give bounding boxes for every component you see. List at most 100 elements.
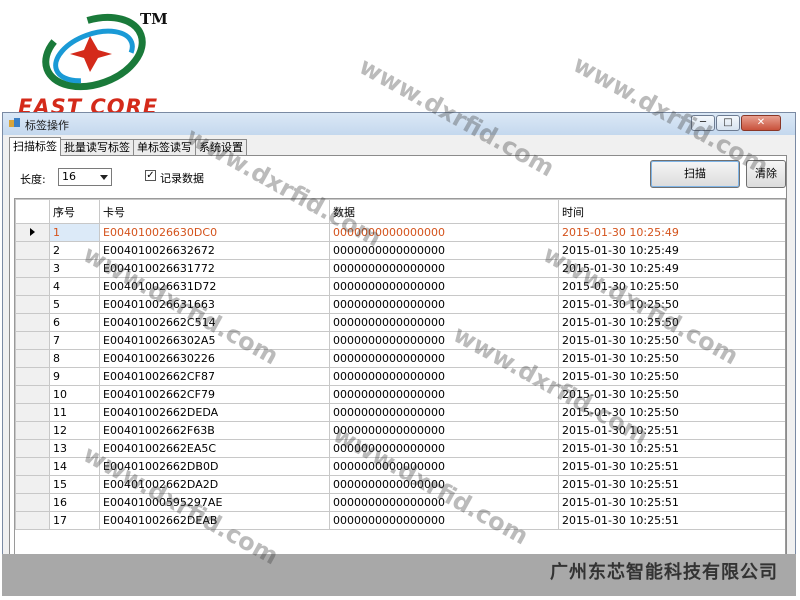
row-header[interactable]	[15, 241, 50, 260]
cell-time[interactable]: 2015-01-30 10:25:50	[558, 385, 785, 404]
cell-card-no[interactable]: E00401002662DEAB	[99, 511, 330, 530]
cell-data[interactable]: 0000000000000000	[329, 223, 559, 242]
cell-index[interactable]: 17	[49, 511, 100, 530]
cell-data[interactable]: 0000000000000000	[329, 367, 559, 386]
column-header-time[interactable]: 时间	[558, 199, 785, 224]
cell-time[interactable]: 2015-01-30 10:25:51	[558, 421, 785, 440]
cell-index[interactable]: 14	[49, 457, 100, 476]
table-row[interactable]: 7 E0040100266302A5 0000000000000000 2015-01…	[15, 331, 785, 350]
tab-scan-tags[interactable]: 扫描标签	[9, 137, 61, 156]
row-header[interactable]	[15, 439, 50, 458]
cell-time[interactable]: 2015-01-30 10:25:50	[558, 349, 785, 368]
table-row[interactable]: 6 E00401002662C514 0000000000000000 2015-01…	[15, 313, 785, 332]
cell-time[interactable]: 2015-01-30 10:25:50	[558, 295, 785, 314]
row-header[interactable]	[15, 457, 50, 476]
row-header[interactable]	[15, 493, 50, 512]
table-row[interactable]: 15 E00401002662DA2D 0000000000000000 2015-0…	[15, 475, 785, 494]
column-header-card-no[interactable]: 卡号	[99, 199, 330, 224]
cell-index[interactable]: 7	[49, 331, 100, 350]
tab-single-read-write[interactable]: 单标签读写	[133, 139, 196, 156]
cell-data[interactable]: 0000000000000000	[329, 295, 559, 314]
record-data-checkbox[interactable]: ✓	[145, 170, 156, 181]
row-header[interactable]	[15, 475, 50, 494]
cell-data[interactable]: 0000000000000000	[329, 439, 559, 458]
cell-index[interactable]: 12	[49, 421, 100, 440]
row-header[interactable]	[15, 259, 50, 278]
cell-card-no[interactable]: E00401002662C514	[99, 313, 330, 332]
cell-index[interactable]: 13	[49, 439, 100, 458]
table-row[interactable]: 5 E004010026631663 0000000000000000 2015-01…	[15, 295, 785, 314]
tab-system-settings[interactable]: 系统设置	[195, 139, 247, 156]
cell-time[interactable]: 2015-01-30 10:25:51	[558, 493, 785, 512]
cell-time[interactable]: 2015-01-30 10:25:50	[558, 403, 785, 422]
cell-card-no[interactable]: E00401002662DEDA	[99, 403, 330, 422]
row-header[interactable]	[15, 277, 50, 296]
cell-card-no[interactable]: E0040100266302A5	[99, 331, 330, 350]
cell-data[interactable]: 0000000000000000	[329, 511, 559, 530]
table-row[interactable]: 10 E00401002662CF79 0000000000000000 2015-0…	[15, 385, 785, 404]
cell-time[interactable]: 2015-01-30 10:25:50	[558, 313, 785, 332]
cell-index[interactable]: 10	[49, 385, 100, 404]
cell-time[interactable]: 2015-01-30 10:25:51	[558, 439, 785, 458]
table-row[interactable]: 9 E00401002662CF87 0000000000000000 2015-01…	[15, 367, 785, 386]
cell-data[interactable]: 0000000000000000	[329, 313, 559, 332]
length-select[interactable]: 16	[58, 168, 112, 186]
cell-card-no[interactable]: E004010026630DC0	[99, 223, 330, 242]
maximize-button[interactable]: □	[716, 115, 740, 131]
cell-index[interactable]: 2	[49, 241, 100, 260]
cell-time[interactable]: 2015-01-30 10:25:51	[558, 475, 785, 494]
table-row[interactable]: 3 E004010026631772 0000000000000000 2015-01…	[15, 259, 785, 278]
cell-time[interactable]: 2015-01-30 10:25:51	[558, 511, 785, 530]
table-row[interactable]: 4 E004010026631D72 0000000000000000 2015-01…	[15, 277, 785, 296]
cell-card-no[interactable]: E00401002662CF87	[99, 367, 330, 386]
cell-card-no[interactable]: E004010026631772	[99, 259, 330, 278]
scan-button[interactable]: 扫描	[650, 160, 740, 188]
title-bar[interactable]: 标签操作 ─ □ ✕	[3, 113, 795, 135]
cell-data[interactable]: 0000000000000000	[329, 331, 559, 350]
cell-data[interactable]: 0000000000000000	[329, 241, 559, 260]
cell-card-no[interactable]: E004010026631663	[99, 295, 330, 314]
cell-index[interactable]: 11	[49, 403, 100, 422]
cell-card-no[interactable]: E004010026630226	[99, 349, 330, 368]
cell-card-no[interactable]: E00401000595297AE	[99, 493, 330, 512]
row-header[interactable]	[15, 511, 50, 530]
cell-data[interactable]: 0000000000000000	[329, 475, 559, 494]
cell-index[interactable]: 6	[49, 313, 100, 332]
close-button[interactable]: ✕	[741, 115, 781, 131]
column-header-data[interactable]: 数据	[329, 199, 559, 224]
cell-card-no[interactable]: E004010026631D72	[99, 277, 330, 296]
cell-card-no[interactable]: E00401002662DA2D	[99, 475, 330, 494]
cell-data[interactable]: 0000000000000000	[329, 349, 559, 368]
cell-time[interactable]: 2015-01-30 10:25:50	[558, 277, 785, 296]
row-header[interactable]	[15, 385, 50, 404]
cell-index[interactable]: 5	[49, 295, 100, 314]
minimize-button[interactable]: ─	[691, 115, 715, 131]
cell-card-no[interactable]: E004010026632672	[99, 241, 330, 260]
cell-card-no[interactable]: E00401002662EA5C	[99, 439, 330, 458]
column-header-index[interactable]: 序号	[49, 199, 100, 224]
table-row[interactable]: 12 E00401002662F63B 0000000000000000 2015-0…	[15, 421, 785, 440]
cell-data[interactable]: 0000000000000000	[329, 277, 559, 296]
cell-index[interactable]: 1	[49, 223, 100, 242]
cell-time[interactable]: 2015-01-30 10:25:49	[558, 223, 785, 242]
cell-index[interactable]: 16	[49, 493, 100, 512]
table-row[interactable]: 2 E004010026632672 0000000000000000 2015-01…	[15, 241, 785, 260]
tab-batch-read-write[interactable]: 批量读写标签	[60, 139, 134, 156]
cell-time[interactable]: 2015-01-30 10:25:49	[558, 241, 785, 260]
cell-index[interactable]: 8	[49, 349, 100, 368]
cell-time[interactable]: 2015-01-30 10:25:50	[558, 367, 785, 386]
table-row[interactable]: 17 E00401002662DEAB 0000000000000000 2015-0…	[15, 511, 785, 530]
table-row[interactable]: 11 E00401002662DEDA 0000000000000000 2015-0…	[15, 403, 785, 422]
cell-data[interactable]: 0000000000000000	[329, 259, 559, 278]
row-header[interactable]	[15, 367, 50, 386]
cell-data[interactable]: 0000000000000000	[329, 421, 559, 440]
row-header[interactable]	[15, 313, 50, 332]
cell-card-no[interactable]: E00401002662F63B	[99, 421, 330, 440]
cell-time[interactable]: 2015-01-30 10:25:50	[558, 331, 785, 350]
table-row[interactable]: 1 E004010026630DC0 0000000000000000 2015-01…	[15, 223, 785, 242]
tag-grid[interactable]: 序号 卡号 数据 时间 1 E004010026630DC0 00000000000…	[14, 198, 786, 556]
row-header[interactable]	[15, 403, 50, 422]
table-row[interactable]: 16 E00401000595297AE 0000000000000000 2015-…	[15, 493, 785, 512]
cell-time[interactable]: 2015-01-30 10:25:51	[558, 457, 785, 476]
table-row[interactable]: 13 E00401002662EA5C 0000000000000000 2015-0…	[15, 439, 785, 458]
